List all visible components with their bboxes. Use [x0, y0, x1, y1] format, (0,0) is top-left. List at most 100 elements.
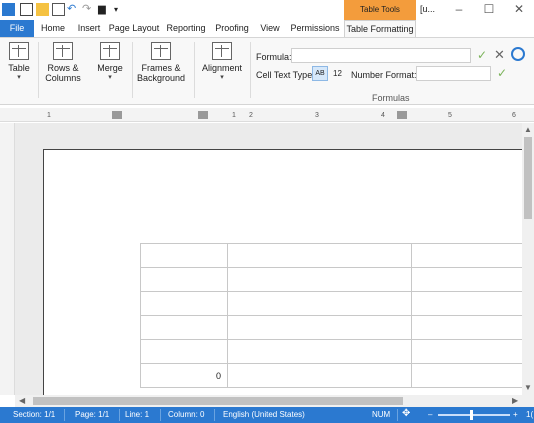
zoom-in-button[interactable]: + [513, 410, 518, 419]
minimize-button[interactable]: – [444, 0, 474, 20]
vertical-ruler[interactable] [0, 123, 15, 395]
table-button-label: Table [8, 63, 30, 73]
app-icon [2, 3, 15, 16]
table-cell[interactable] [411, 315, 522, 340]
maximize-button[interactable]: ☐ [474, 0, 504, 20]
tab-reporting[interactable]: Reporting [164, 20, 208, 37]
vertical-scrollbar[interactable]: ▲ ▼ [522, 123, 534, 395]
quick-access-dropdown-icon[interactable]: ▾ [114, 3, 127, 16]
horizontal-scrollbar[interactable]: ◀ ▶ [15, 395, 534, 407]
print-icon[interactable]: ▆ [98, 3, 111, 16]
number-format-input[interactable] [416, 66, 491, 81]
table-cell[interactable] [411, 339, 522, 364]
divider [160, 409, 161, 421]
alignment-button[interactable]: Alignment ▾ [200, 40, 244, 81]
vertical-scroll-thumb[interactable] [524, 137, 532, 219]
frames-background-button[interactable]: Frames & Background [135, 40, 187, 83]
scroll-right-icon[interactable]: ▶ [512, 396, 518, 405]
divider [38, 42, 39, 98]
merge-label: Merge [97, 63, 123, 73]
table-cell[interactable] [227, 363, 413, 388]
table-row [139, 339, 522, 364]
table-cell[interactable] [139, 267, 229, 292]
divider [250, 42, 251, 98]
language-indicator[interactable]: English (United States) [223, 410, 305, 419]
save-icon[interactable] [20, 3, 33, 16]
refresh-icon[interactable] [511, 47, 525, 61]
table-cell[interactable] [227, 339, 413, 364]
tab-permissions[interactable]: Permissions [288, 20, 342, 37]
column-marker[interactable] [198, 111, 208, 119]
tab-table-formatting[interactable]: Table Formatting [344, 20, 416, 38]
tab-page-layout[interactable]: Page Layout [108, 20, 160, 37]
table-cell[interactable] [411, 291, 522, 316]
zoom-out-button[interactable]: – [428, 410, 432, 419]
table-icon [9, 42, 29, 60]
frames-background-label-line1: Frames & [141, 63, 181, 73]
scroll-up-icon[interactable]: ▲ [524, 125, 532, 134]
tab-home[interactable]: Home [36, 20, 70, 37]
apply-number-format-check-icon[interactable]: ✓ [497, 66, 507, 80]
ribbon-tabs: File Home Insert Page Layout Reporting P… [0, 20, 534, 38]
table-button[interactable]: Table ▾ [4, 40, 34, 81]
formula-input[interactable] [291, 48, 471, 63]
table-row [139, 315, 522, 340]
num-lock-indicator: NUM [372, 410, 391, 419]
document-area[interactable]: 0 [15, 123, 522, 395]
fit-page-icon[interactable]: ✥ [402, 408, 410, 419]
zoom-slider-thumb[interactable] [470, 410, 473, 420]
table-cell[interactable] [227, 291, 413, 316]
open-folder-icon[interactable] [36, 3, 49, 16]
cell-text-type-label: Cell Text Type: [256, 70, 315, 80]
frames-background-icon [151, 42, 171, 60]
document-page[interactable]: 0 [43, 149, 522, 395]
table-cell[interactable] [227, 315, 413, 340]
tab-view[interactable]: View [256, 20, 284, 37]
new-document-icon[interactable] [52, 3, 65, 16]
alignment-label: Alignment [201, 63, 243, 73]
table-cell[interactable] [139, 291, 229, 316]
chevron-down-icon: ▾ [108, 74, 112, 81]
title-bar: ↶ ↷ ▆ ▾ Table Tools [u... – ☐ ✕ [0, 0, 534, 20]
ruler-tick: 5 [448, 112, 452, 119]
horizontal-scroll-thumb[interactable] [33, 397, 403, 405]
column-marker[interactable] [397, 111, 407, 119]
table-cell[interactable] [411, 243, 522, 268]
table-row: 0 [139, 363, 522, 388]
zoom-slider[interactable] [438, 414, 510, 416]
document-table[interactable]: 0 [139, 243, 522, 388]
tab-file[interactable]: File [0, 20, 34, 37]
table-cell[interactable] [227, 243, 413, 268]
page-indicator: Page: 1/1 [75, 410, 110, 419]
table-cell[interactable] [411, 363, 522, 388]
ruler-tick: 3 [315, 112, 319, 119]
column-indicator: Column: 0 [168, 410, 205, 419]
apply-formula-check-icon[interactable]: ✓ [477, 48, 487, 62]
divider [214, 409, 215, 421]
zoom-level[interactable]: 1( [526, 410, 533, 419]
close-button[interactable]: ✕ [504, 0, 534, 20]
rows-columns-button[interactable]: Rows & Columns [42, 40, 84, 83]
scroll-left-icon[interactable]: ◀ [19, 396, 25, 405]
left-indent-marker[interactable] [112, 111, 122, 119]
horizontal-ruler[interactable]: 1 1 2 3 4 5 6 [0, 108, 534, 122]
cancel-formula-x-icon[interactable]: ✕ [494, 47, 505, 63]
table-cell[interactable] [227, 267, 413, 292]
ruler-tick: 1 [47, 112, 51, 119]
table-cell[interactable] [139, 339, 229, 364]
divider [194, 42, 195, 98]
line-indicator: Line: 1 [125, 410, 150, 419]
cell-text-type-12-button[interactable]: 12 [333, 66, 345, 81]
table-cell[interactable] [139, 315, 229, 340]
table-cell[interactable] [139, 243, 229, 268]
redo-icon[interactable]: ↷ [82, 3, 95, 16]
undo-icon[interactable]: ↶ [67, 3, 80, 16]
table-cell[interactable] [411, 267, 522, 292]
tab-proofing[interactable]: Proofing [211, 20, 253, 37]
table-cell[interactable]: 0 [139, 363, 229, 388]
tab-insert[interactable]: Insert [72, 20, 106, 37]
merge-icon [100, 42, 120, 60]
cell-text-type-ab-button[interactable]: AB [312, 66, 328, 81]
merge-button[interactable]: Merge ▾ [94, 40, 126, 81]
scroll-down-icon[interactable]: ▼ [524, 383, 532, 392]
